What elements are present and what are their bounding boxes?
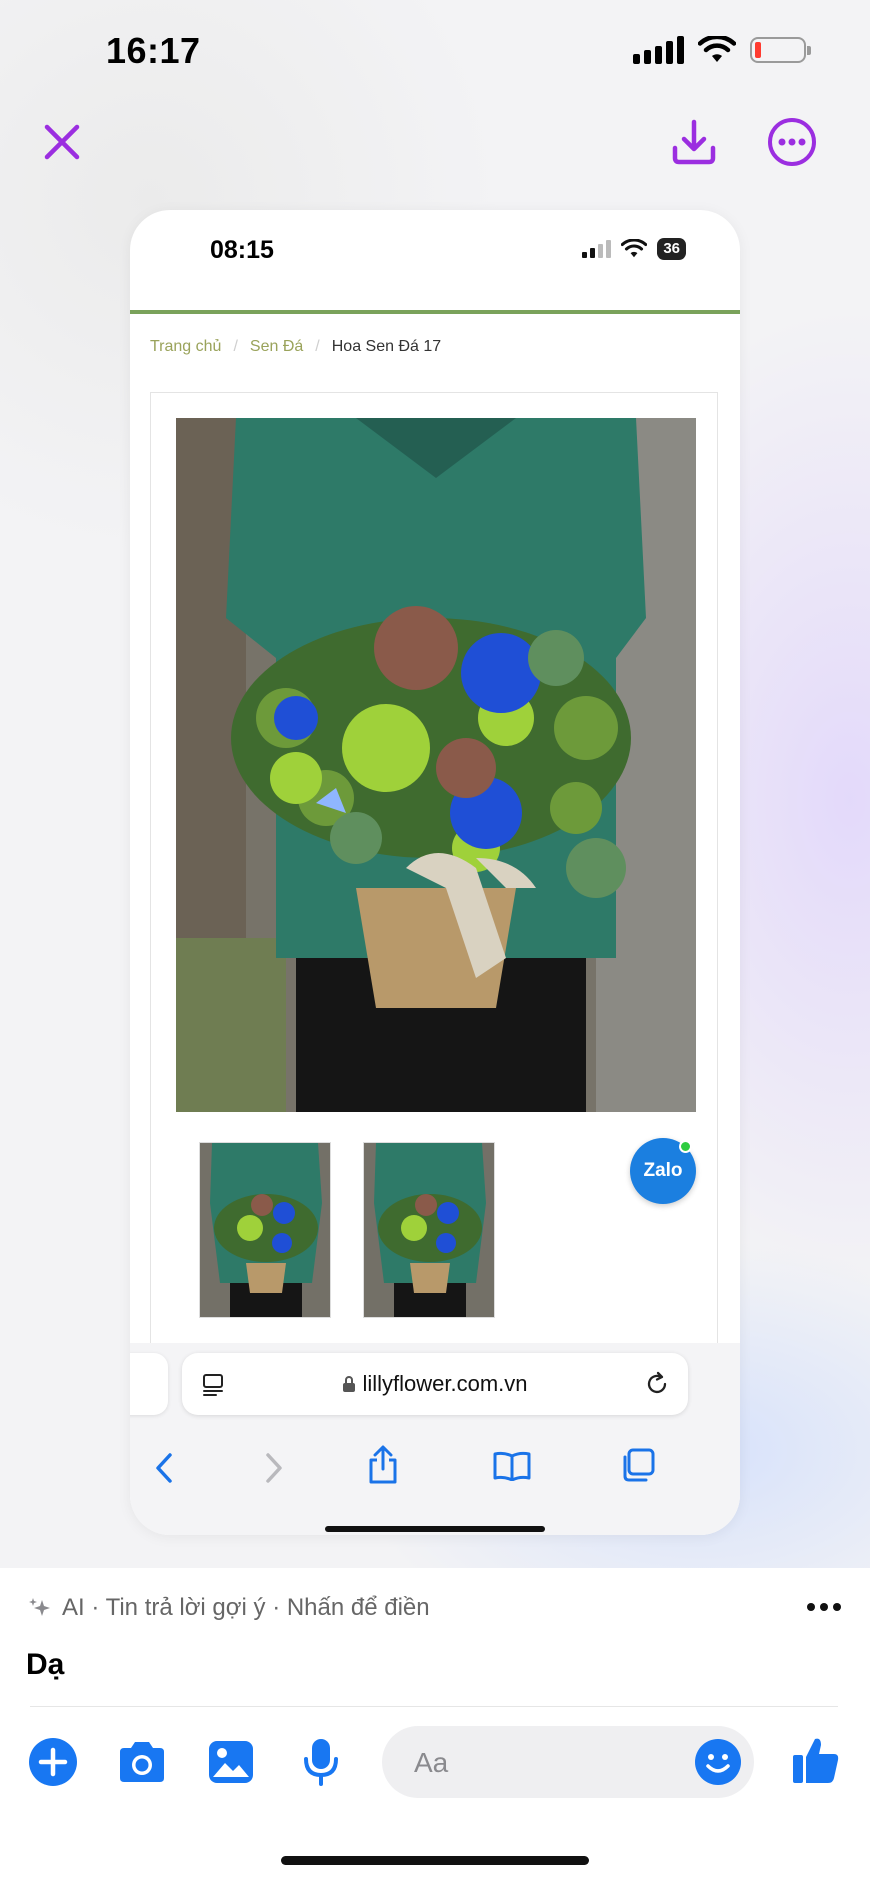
home-indicator xyxy=(281,1856,589,1865)
inner-status-time: 08:15 xyxy=(210,236,274,264)
suggestion-more-button[interactable] xyxy=(806,1586,842,1620)
inner-home-indicator xyxy=(325,1526,545,1532)
close-icon xyxy=(44,124,80,160)
inner-status-icons: 36 xyxy=(582,238,686,260)
address-bar[interactable]: lillyflower.com.vn xyxy=(182,1353,688,1415)
safari-bottom-bar: lillyflower.com.vn xyxy=(130,1343,740,1535)
message-input[interactable] xyxy=(412,1740,676,1786)
thumbs-up-icon xyxy=(793,1738,839,1783)
back-icon[interactable] xyxy=(152,1451,176,1485)
url-text-wrap: lillyflower.com.vn xyxy=(182,1371,688,1397)
cellular-signal-icon xyxy=(633,36,684,64)
microphone-icon xyxy=(304,1739,338,1786)
battery-icon xyxy=(750,37,811,63)
suggested-reply[interactable]: Dạ xyxy=(26,1648,64,1682)
download-icon xyxy=(672,119,716,165)
forward-icon[interactable] xyxy=(262,1451,286,1485)
breadcrumb-separator: / xyxy=(315,338,320,355)
lock-icon xyxy=(343,1376,356,1392)
ai-suggestion-label: AI · Tin trả lời gợi ý · Nhấn để điền xyxy=(62,1594,430,1621)
voice-button[interactable] xyxy=(293,1734,349,1790)
bookmarks-icon[interactable] xyxy=(492,1451,532,1481)
breadcrumb-home[interactable]: Trang chủ xyxy=(150,338,221,356)
composer-divider xyxy=(30,1706,838,1707)
url-text: lillyflower.com.vn xyxy=(362,1371,528,1396)
wifi-icon xyxy=(698,36,736,62)
status-icons xyxy=(633,36,811,64)
zalo-chat-button[interactable]: Zalo xyxy=(630,1138,696,1204)
breadcrumb-category[interactable]: Sen Đá xyxy=(250,338,303,356)
download-button[interactable] xyxy=(664,112,724,172)
shared-screenshot[interactable]: 08:15 36 Trang chủ / Sen Đá / Hoa Sen Đá… xyxy=(130,210,740,1535)
product-thumbnail-1[interactable] xyxy=(199,1142,331,1318)
more-icon xyxy=(768,118,816,166)
product-thumbnail-2[interactable] xyxy=(363,1142,495,1318)
previous-tab-preview[interactable] xyxy=(130,1353,168,1415)
message-composer[interactable] xyxy=(382,1726,754,1798)
close-button[interactable] xyxy=(32,112,92,172)
reload-icon[interactable] xyxy=(644,1371,670,1397)
tabs-icon[interactable] xyxy=(620,1447,656,1483)
inner-wifi-icon xyxy=(621,239,648,258)
inner-signal-icon xyxy=(582,240,612,258)
more-options-button[interactable] xyxy=(762,112,822,172)
camera-button[interactable] xyxy=(114,1734,170,1790)
breadcrumb: Trang chủ / Sen Đá / Hoa Sen Đá 17 xyxy=(150,338,441,356)
breadcrumb-separator: / xyxy=(233,338,238,355)
like-button[interactable] xyxy=(788,1732,844,1788)
ai-sparkle-icon xyxy=(29,1598,50,1616)
ai-suggestion-header: AI · Tin trả lời gợi ý · Nhấn để điền xyxy=(28,1594,430,1622)
more-horizontal-icon xyxy=(807,1603,841,1611)
image-icon xyxy=(209,1741,253,1783)
breadcrumb-current: Hoa Sen Đá 17 xyxy=(331,338,442,355)
product-main-image[interactable] xyxy=(176,418,696,1112)
camera-icon xyxy=(120,1742,164,1782)
header-divider xyxy=(130,310,740,314)
share-icon[interactable] xyxy=(366,1445,400,1485)
gallery-button[interactable] xyxy=(203,1734,259,1790)
add-button[interactable] xyxy=(25,1734,81,1790)
inner-battery-icon: 36 xyxy=(657,238,686,260)
emoji-button[interactable] xyxy=(694,1738,742,1786)
status-time: 16:17 xyxy=(106,30,201,71)
plus-circle-icon xyxy=(29,1738,77,1786)
